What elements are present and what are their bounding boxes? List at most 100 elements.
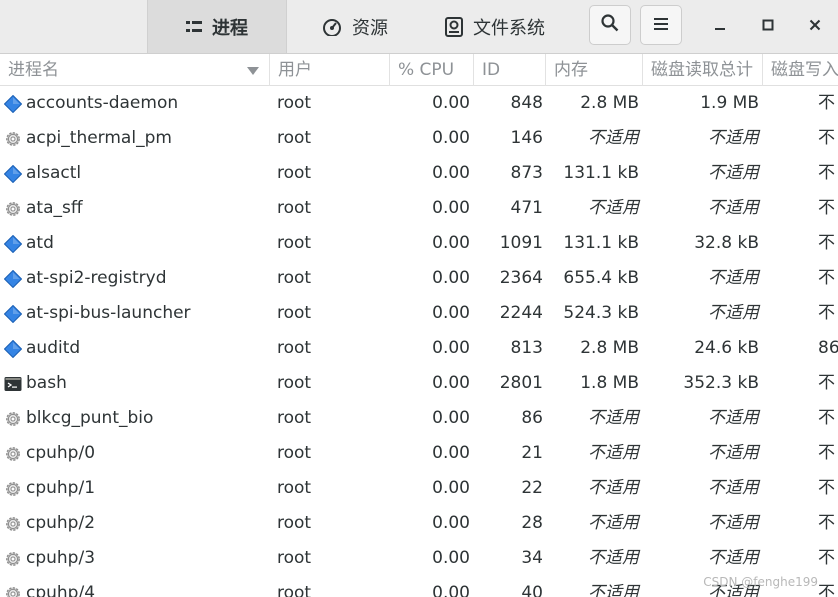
process-name: acpi_thermal_pm (26, 128, 172, 148)
process-user: root (277, 338, 312, 358)
column-header-id[interactable]: ID (474, 54, 546, 86)
process-id: 873 (510, 163, 543, 183)
diamond-app-icon (3, 164, 23, 184)
tab-filesystems[interactable]: 文件系统 (425, 0, 565, 53)
column-header-disk-read[interactable]: 磁盘读取总计 (643, 54, 763, 86)
process-user: root (277, 583, 312, 597)
process-row[interactable]: at-spi-bus-launcher root 0.00 2244 524.3 kB 不… (0, 296, 838, 331)
process-cpu: 0.00 (432, 303, 470, 323)
process-memory: 不适用 (588, 443, 639, 463)
process-row[interactable]: bash root 0.00 2801 1.8 MB 352.3 kB 不 (0, 366, 838, 401)
process-id: 86 (521, 408, 543, 428)
process-disk-read: 不适用 (708, 513, 759, 533)
process-cpu: 0.00 (432, 408, 470, 428)
process-row[interactable]: accounts-daemon root 0.00 848 2.8 MB 1.9 MB 不 (0, 86, 838, 121)
minimize-button[interactable] (706, 12, 734, 40)
process-disk-write: 不 (818, 513, 835, 533)
process-cpu: 0.00 (432, 268, 470, 288)
process-memory: 2.8 MB (580, 338, 639, 358)
process-name: blkcg_punt_bio (26, 408, 154, 428)
terminal-icon (4, 375, 22, 393)
disk-icon (445, 16, 463, 37)
process-id: 813 (510, 338, 543, 358)
process-id: 2801 (499, 373, 543, 393)
process-row[interactable]: at-spi2-registryd root 0.00 2364 655.4 kB 不适用… (0, 261, 838, 296)
maximize-button[interactable] (754, 12, 782, 40)
process-cpu: 0.00 (432, 128, 470, 148)
process-name: accounts-daemon (26, 93, 179, 113)
process-disk-write: 不 (818, 408, 835, 428)
process-disk-read: 32.8 kB (694, 233, 759, 253)
process-row[interactable]: cpuhp/2 root 0.00 28 不适用 不适用 不 (0, 506, 838, 541)
process-name: ata_sff (26, 198, 83, 218)
process-memory: 不适用 (588, 408, 639, 428)
process-disk-write: 不 (818, 128, 835, 148)
process-user: root (277, 478, 312, 498)
process-row[interactable]: ata_sff root 0.00 471 不适用 不适用 不 (0, 191, 838, 226)
process-disk-read: 24.6 kB (694, 338, 759, 358)
process-user: root (277, 513, 312, 533)
process-name: auditd (26, 338, 81, 358)
diamond-app-icon (3, 304, 23, 324)
column-header-user[interactable]: 用户 (270, 54, 390, 86)
process-disk-read: 不适用 (708, 303, 759, 323)
process-row[interactable]: cpuhp/3 root 0.00 34 不适用 不适用 不 (0, 541, 838, 576)
process-row[interactable]: atd root 0.00 1091 131.1 kB 32.8 kB 不 (0, 226, 838, 261)
tab-resources[interactable]: 资源 (290, 0, 420, 53)
search-button[interactable] (589, 5, 631, 45)
process-name: cpuhp/2 (26, 513, 96, 533)
process-cpu: 0.00 (432, 233, 470, 253)
process-disk-write: 不 (818, 233, 835, 253)
close-button[interactable] (801, 12, 829, 40)
process-memory: 524.3 kB (563, 303, 639, 323)
process-user: root (277, 408, 312, 428)
column-header-name[interactable]: 进程名 (0, 54, 270, 86)
gear-icon (4, 130, 22, 148)
process-user: root (277, 93, 312, 113)
process-cpu: 0.00 (432, 478, 470, 498)
search-icon (601, 14, 619, 36)
gear-icon (4, 585, 22, 597)
process-user: root (277, 163, 312, 183)
process-name: cpuhp/4 (26, 583, 96, 597)
process-memory: 不适用 (588, 478, 639, 498)
process-disk-write: 不 (818, 303, 835, 323)
process-disk-write: 不 (818, 443, 835, 463)
diamond-app-icon (3, 269, 23, 289)
column-header-memory[interactable]: 内存 (546, 54, 643, 86)
process-row[interactable]: alsactl root 0.00 873 131.1 kB 不适用 不 (0, 156, 838, 191)
process-cpu: 0.00 (432, 163, 470, 183)
tab-label: 文件系统 (473, 17, 545, 39)
column-header-row: 进程名 用户 % CPU ID 内存 磁盘读取总计 磁盘写入 (0, 54, 838, 86)
process-row[interactable]: acpi_thermal_pm root 0.00 146 不适用 不适用 不 (0, 121, 838, 156)
diamond-app-icon (3, 94, 23, 114)
process-disk-write: 不 (818, 548, 835, 568)
process-row[interactable]: blkcg_punt_bio root 0.00 86 不适用 不适用 不 (0, 401, 838, 436)
process-name: cpuhp/3 (26, 548, 96, 568)
diamond-app-icon (3, 339, 23, 359)
process-disk-read: 不适用 (708, 198, 759, 218)
column-header-cpu[interactable]: % CPU (390, 54, 474, 86)
process-user: root (277, 303, 312, 323)
process-memory: 不适用 (588, 583, 639, 597)
process-id: 34 (521, 548, 543, 568)
gear-icon (4, 445, 22, 463)
process-id: 40 (521, 583, 543, 597)
tab-processes[interactable]: 进程 (147, 0, 287, 53)
process-disk-read: 352.3 kB (683, 373, 759, 393)
process-id: 2364 (499, 268, 543, 288)
gear-icon (4, 410, 22, 428)
column-header-disk-write[interactable]: 磁盘写入 (763, 54, 838, 86)
process-row[interactable]: cpuhp/1 root 0.00 22 不适用 不适用 不 (0, 471, 838, 506)
process-row[interactable]: auditd root 0.00 813 2.8 MB 24.6 kB 86 (0, 331, 838, 366)
process-id: 21 (521, 443, 543, 463)
process-cpu: 0.00 (432, 93, 470, 113)
process-disk-write: 86 (818, 338, 838, 358)
process-user: root (277, 128, 312, 148)
process-memory: 不适用 (588, 198, 639, 218)
menu-button[interactable] (640, 5, 682, 45)
header-bar: 进程 资源 文件系统 (0, 0, 838, 54)
process-row[interactable]: cpuhp/0 root 0.00 21 不适用 不适用 不 (0, 436, 838, 471)
gear-icon (4, 480, 22, 498)
process-id: 146 (510, 128, 543, 148)
